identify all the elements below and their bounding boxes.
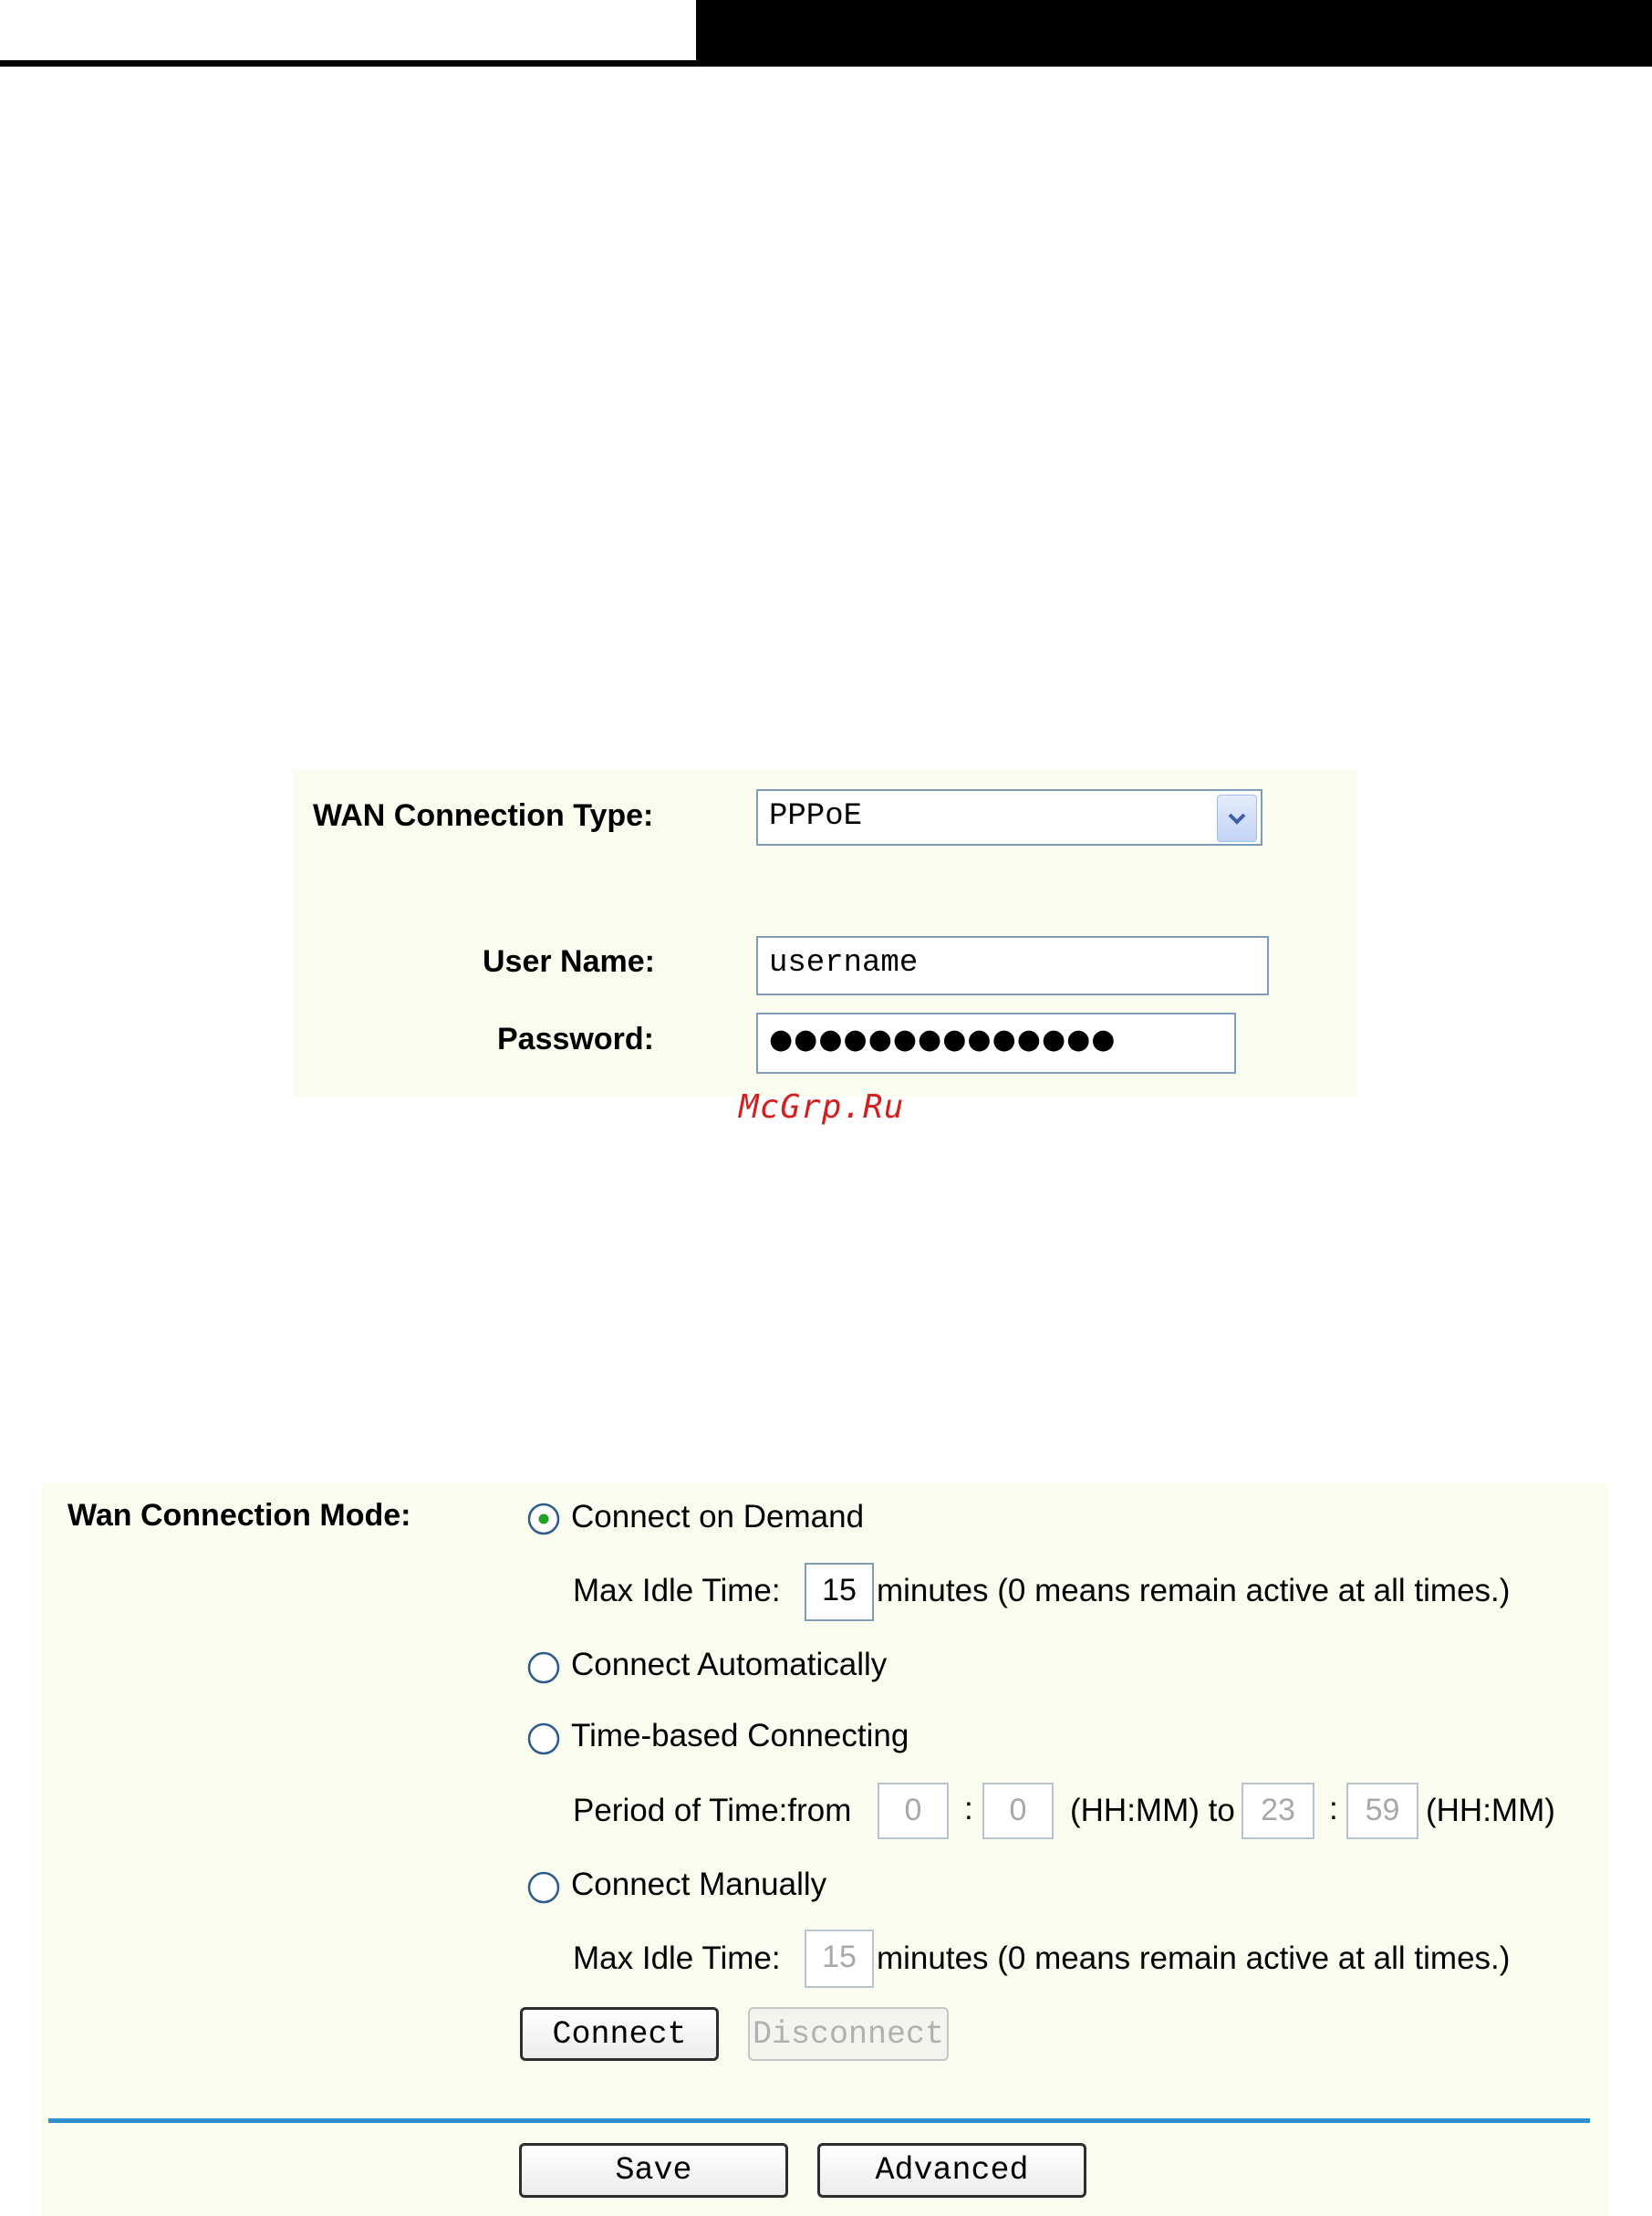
max-idle-note: minutes (0 means remain active at all ti…	[877, 1573, 1511, 1608]
radio-time-based[interactable]	[527, 1722, 560, 1755]
connect-button[interactable]: Connect	[520, 2007, 719, 2061]
radio-connect-automatically[interactable]	[527, 1651, 560, 1684]
manual-idle-label: Max Idle Time:	[573, 1940, 781, 1976]
password-input[interactable]: ●●●●●●●●●●●●●●	[756, 1013, 1236, 1074]
period-hhmm-to: (HH:MM) to	[1070, 1793, 1235, 1828]
max-idle-input[interactable]: 15	[805, 1563, 874, 1621]
manual-idle-input[interactable]: 15	[805, 1930, 874, 1988]
option-connect-manually[interactable]: Connect Manually	[571, 1867, 826, 1903]
option-connect-on-demand[interactable]: Connect on Demand	[571, 1499, 864, 1535]
period-to-hour-input[interactable]: 23	[1242, 1783, 1314, 1839]
header-bar	[696, 0, 1652, 67]
manual-idle-note: minutes (0 means remain active at all ti…	[877, 1940, 1511, 1976]
period-from-hour-input[interactable]: 0	[878, 1783, 949, 1839]
connection-mode-label: Wan Connection Mode:	[68, 1498, 411, 1533]
max-idle-label: Max Idle Time:	[573, 1573, 781, 1608]
advanced-button[interactable]: Advanced	[817, 2143, 1086, 2198]
period-to-colon: :	[1329, 1791, 1338, 1826]
option-time-based[interactable]: Time-based Connecting	[571, 1718, 909, 1754]
watermark: McGrp.Ru	[739, 1088, 905, 1126]
connection-type-select[interactable]: PPPoE	[756, 789, 1262, 846]
period-label: Period of Time:from	[573, 1793, 852, 1828]
section-divider	[48, 2118, 1590, 2123]
username-label: User Name:	[483, 944, 655, 979]
connection-type-label: WAN Connection Type:	[313, 798, 654, 833]
username-input[interactable]: username	[756, 936, 1269, 995]
save-button[interactable]: Save	[519, 2143, 788, 2198]
radio-connect-manually[interactable]	[527, 1871, 560, 1904]
option-connect-automatically[interactable]: Connect Automatically	[571, 1647, 887, 1683]
header-rule	[0, 60, 702, 67]
connection-type-value: PPPoE	[769, 799, 863, 834]
password-label: Password:	[497, 1022, 654, 1056]
disconnect-button[interactable]: Disconnect	[748, 2007, 949, 2061]
period-from-minute-input[interactable]: 0	[982, 1783, 1054, 1839]
radio-connect-on-demand[interactable]	[527, 1503, 560, 1535]
period-hhmm: (HH:MM)	[1426, 1793, 1555, 1828]
period-to-minute-input[interactable]: 59	[1346, 1783, 1418, 1839]
period-from-colon: :	[964, 1791, 973, 1826]
chevron-down-icon[interactable]	[1217, 795, 1257, 842]
